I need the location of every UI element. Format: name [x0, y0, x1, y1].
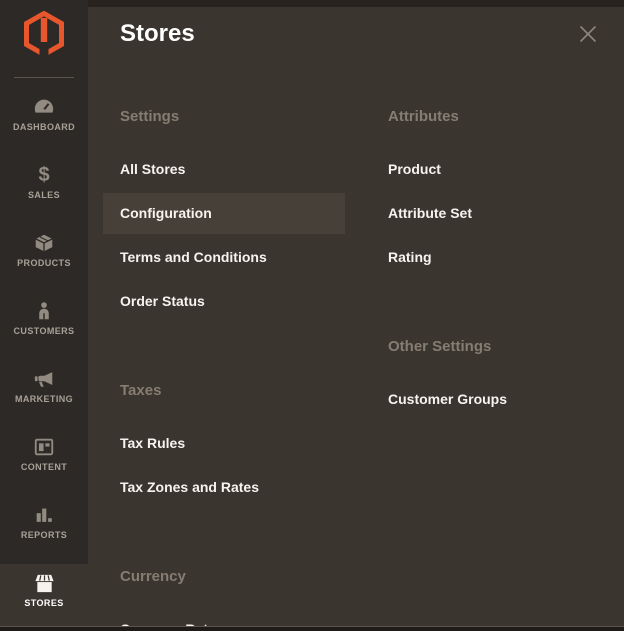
dashboard-gauge-icon: [33, 96, 55, 118]
window-top-edge: [88, 0, 624, 7]
sales-dollar-icon: $: [38, 164, 49, 186]
sidebar-nav: DASHBOARD $ SALES PRODUCTS: [0, 88, 88, 631]
products-box-icon: [33, 232, 55, 254]
admin-sidebar: DASHBOARD $ SALES PRODUCTS: [0, 0, 88, 631]
section-other-settings: Other Settings Customer Groups: [388, 338, 588, 420]
stores-shop-icon: [33, 572, 56, 594]
window-bottom-edge: [0, 626, 624, 631]
section-header: Taxes: [120, 382, 345, 400]
menu-item-tax-rules[interactable]: Tax Rules: [103, 423, 345, 464]
menu-item-rating[interactable]: Rating: [371, 237, 588, 278]
section-settings: Settings All Stores Configuration Terms …: [120, 108, 345, 322]
sidebar-item-label: PRODUCTS: [17, 258, 71, 268]
flyout-column-attributes: Attributes Product Attribute Set Rating …: [388, 108, 588, 631]
magento-logo-icon: [24, 11, 64, 57]
sidebar-item-customers[interactable]: CUSTOMERS: [0, 292, 88, 360]
sidebar-item-reports[interactable]: REPORTS: [0, 496, 88, 564]
reports-chart-icon: [33, 504, 55, 526]
stores-flyout-menu: Stores Settings All Stores Configuration…: [88, 0, 624, 631]
flyout-column-settings: Settings All Stores Configuration Terms …: [120, 108, 345, 631]
content-layout-icon: [33, 436, 55, 458]
sidebar-item-label: CONTENT: [21, 462, 67, 472]
flyout-columns: Settings All Stores Configuration Terms …: [120, 108, 588, 631]
close-icon[interactable]: [577, 23, 599, 45]
sidebar-item-stores[interactable]: STORES: [0, 564, 88, 631]
sidebar-item-label: CUSTOMERS: [14, 326, 75, 336]
flyout-title: Stores: [120, 20, 195, 48]
sidebar-item-label: STORES: [24, 598, 63, 608]
sidebar-item-label: MARKETING: [15, 394, 73, 404]
sidebar-item-label: SALES: [28, 190, 60, 200]
menu-item-terms-and-conditions[interactable]: Terms and Conditions: [103, 237, 345, 278]
sidebar-divider: [14, 77, 74, 78]
menu-item-all-stores[interactable]: All Stores: [103, 149, 345, 190]
section-header: Currency: [120, 568, 345, 586]
menu-item-product[interactable]: Product: [371, 149, 588, 190]
sidebar-item-label: REPORTS: [21, 530, 67, 540]
section-currency: Currency Currency Rates: [120, 568, 345, 631]
section-attributes: Attributes Product Attribute Set Rating: [388, 108, 588, 278]
menu-item-configuration[interactable]: Configuration: [103, 193, 345, 234]
menu-item-order-status[interactable]: Order Status: [103, 281, 345, 322]
section-taxes: Taxes Tax Rules Tax Zones and Rates: [120, 382, 345, 508]
section-header: Settings: [120, 108, 345, 126]
menu-item-tax-zones-and-rates[interactable]: Tax Zones and Rates: [103, 467, 345, 508]
magento-logo[interactable]: [0, 0, 88, 77]
sidebar-item-content[interactable]: CONTENT: [0, 428, 88, 496]
sidebar-item-label: DASHBOARD: [13, 122, 75, 132]
marketing-megaphone-icon: [33, 368, 55, 390]
sidebar-item-dashboard[interactable]: DASHBOARD: [0, 88, 88, 156]
section-header: Attributes: [388, 108, 588, 126]
menu-item-customer-groups[interactable]: Customer Groups: [371, 379, 588, 420]
section-header: Other Settings: [388, 338, 588, 356]
sidebar-item-marketing[interactable]: MARKETING: [0, 360, 88, 428]
customers-person-icon: [33, 300, 55, 322]
magento-admin-window: DASHBOARD $ SALES PRODUCTS: [0, 0, 624, 631]
menu-item-attribute-set[interactable]: Attribute Set: [371, 193, 588, 234]
sidebar-item-products[interactable]: PRODUCTS: [0, 224, 88, 292]
sidebar-item-sales[interactable]: $ SALES: [0, 156, 88, 224]
